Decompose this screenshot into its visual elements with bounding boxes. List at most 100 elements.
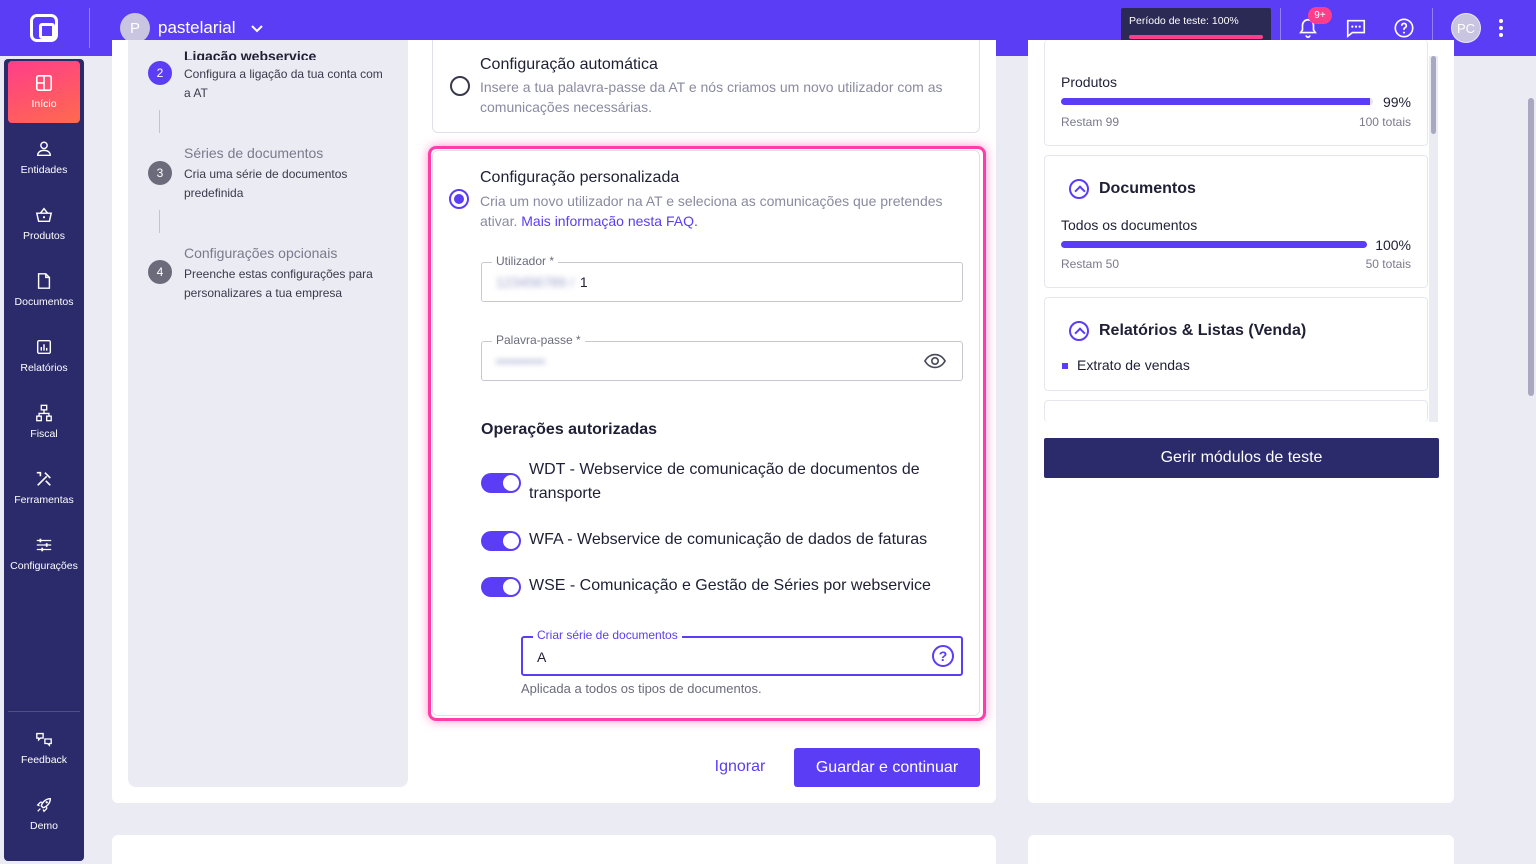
notifications-badge: 9+ [1308, 7, 1332, 24]
chevron-down-icon [250, 25, 263, 33]
sliders-icon [36, 538, 52, 552]
sidebar-item-ferramentas[interactable]: Ferramentas [8, 457, 80, 519]
field-label: Palavra-passe * [492, 333, 585, 347]
usage-percent: 100% [1375, 237, 1411, 253]
operations-title: Operações autorizadas [481, 421, 658, 438]
workspace-avatar: P [120, 13, 150, 43]
sidebar-item-label: Demo [29, 820, 58, 832]
sidebar-item-relatorios[interactable]: Relatórios [8, 325, 80, 387]
page-scrollbar-thumb[interactable] [1528, 98, 1534, 396]
username-field[interactable]: Utilizador * 123456789 / 1 [481, 254, 963, 302]
app-logo-icon[interactable] [30, 14, 58, 42]
document-series-field[interactable]: Criar série de documentos A ? [521, 628, 963, 676]
help-icon[interactable] [1390, 14, 1418, 42]
sidebar-item-label: Feedback [20, 754, 68, 766]
help-icon[interactable]: ? [932, 645, 954, 667]
usage-progress-fill [1061, 98, 1370, 105]
usage-progress-bar [1061, 241, 1367, 248]
module-header[interactable]: Documentos [1069, 179, 1196, 199]
home-icon [35, 74, 53, 92]
sidebar-item-label: Configurações [10, 560, 78, 572]
module-produtos: Produtos 99% Restam 99 100 totais [1044, 40, 1428, 146]
usage-remaining: Restam 99 [1061, 115, 1120, 129]
user-avatar[interactable]: PC [1451, 13, 1481, 43]
step-title[interactable]: Séries de documentos [184, 145, 323, 161]
module-item-label: Produtos [1061, 74, 1118, 90]
step-number: 4 [148, 260, 172, 284]
sidebar-item-feedback[interactable]: Feedback [8, 717, 80, 779]
save-continue-button[interactable]: Guardar e continuar [794, 748, 980, 787]
sidebar-item-label: Relatórios [20, 362, 68, 374]
step-connector [159, 110, 160, 133]
module-item-label: Todos os documentos [1061, 217, 1198, 233]
sidebar-item-label: Ferramentas [14, 494, 74, 506]
usage-progress-fill [1061, 241, 1367, 248]
more-options-icon[interactable] [1494, 17, 1508, 39]
hierarchy-icon [36, 404, 52, 422]
sidebar-item-demo[interactable]: Demo [8, 783, 80, 845]
username-suffix: 1 [579, 274, 588, 290]
module-documentos: Documentos Todos os documentos 100% Rest… [1044, 155, 1428, 288]
rocket-icon [36, 797, 52, 813]
option-description: Insere a tua palavra-passe da AT e nós c… [480, 79, 943, 115]
usage-remaining: Restam 50 [1061, 257, 1120, 271]
usage-progress-bar [1061, 98, 1373, 105]
wse-toggle[interactable] [481, 577, 521, 597]
step-title[interactable]: Configurações opcionais [184, 245, 337, 261]
sidebar-item-fiscal[interactable]: Fiscal [8, 391, 80, 453]
bullet-icon [1062, 363, 1068, 369]
sidebar-item-documentos[interactable]: Documentos [8, 259, 80, 321]
sidebar-item-label: Início [31, 98, 57, 110]
wfa-toggle[interactable] [481, 531, 521, 551]
sidebar-divider [8, 711, 80, 712]
toggle-label: WFA - Webservice de comunicação de dados… [529, 531, 928, 548]
sidebar-item-produtos[interactable]: Produtos [8, 193, 80, 255]
document-icon [37, 273, 51, 289]
divider [89, 8, 90, 48]
tools-icon [36, 471, 51, 486]
sidebar-item-configuracoes[interactable]: Configurações [8, 523, 80, 585]
field-label: Utilizador * [492, 254, 559, 268]
sidebar: Início Entidades Produtos Documentos Rel… [4, 59, 84, 861]
step-description: Cria uma série de documentos predefinida [184, 167, 348, 200]
feedback-icon [36, 732, 52, 747]
bottom-card-left [112, 835, 996, 864]
ignore-button[interactable]: Ignorar [700, 748, 780, 786]
password-field[interactable]: Palavra-passe * •••••••••• [481, 333, 963, 381]
custom-config-radio[interactable] [449, 189, 469, 209]
sidebar-item-label: Produtos [22, 230, 66, 242]
workspace-selector[interactable]: P pastelarial [120, 13, 264, 43]
trial-label: Período de teste: 100% [1129, 15, 1239, 27]
module-next [1044, 400, 1428, 422]
sidebar-item-inicio[interactable]: Início [8, 61, 80, 123]
sidebar-item-entidades[interactable]: Entidades [8, 127, 80, 189]
step-title: Ligação webservice [184, 48, 317, 60]
series-value: A [537, 649, 547, 665]
step-number: 2 [148, 61, 172, 85]
chevron-up-icon[interactable] [1069, 179, 1089, 199]
option-description: Cria um novo utilizador na AT e selecion… [480, 191, 950, 231]
chevron-up-icon[interactable] [1069, 321, 1089, 341]
bottom-card-right [1028, 835, 1454, 864]
password-value: •••••••••• [496, 353, 551, 369]
basket-icon [35, 207, 53, 223]
sidebar-item-label: Fiscal [30, 428, 58, 440]
username-value: 123456789 / 1 [496, 274, 588, 290]
series-hint: Aplicada a todos os tipos de documentos. [521, 681, 762, 696]
trial-progress-bar [1129, 35, 1263, 39]
manage-trial-modules-button[interactable]: Gerir módulos de teste [1044, 438, 1439, 478]
masked-nif: 123456789 / [496, 274, 574, 290]
sidebar-item-label: Entidades [20, 164, 68, 176]
step-description: Preenche estas configurações para person… [184, 267, 373, 300]
wdt-toggle[interactable] [481, 473, 521, 493]
toggle-label: WSE - Comunicação e Gestão de Séries por… [529, 577, 931, 594]
modules-scrollbar-thumb[interactable] [1431, 56, 1436, 134]
usage-percent: 99% [1382, 94, 1411, 110]
auto-config-option[interactable]: Configuração automática Insere a tua pal… [432, 40, 980, 133]
toggle-label: WDT - Webservice de comunicação de docum… [529, 461, 920, 502]
faq-link[interactable]: Mais informação nesta FAQ. [521, 213, 698, 229]
show-password-eye-icon[interactable] [924, 352, 946, 370]
auto-config-radio[interactable] [450, 76, 470, 96]
messages-icon[interactable] [1342, 14, 1370, 42]
module-header[interactable]: Relatórios & Listas (Venda) [1069, 321, 1306, 341]
